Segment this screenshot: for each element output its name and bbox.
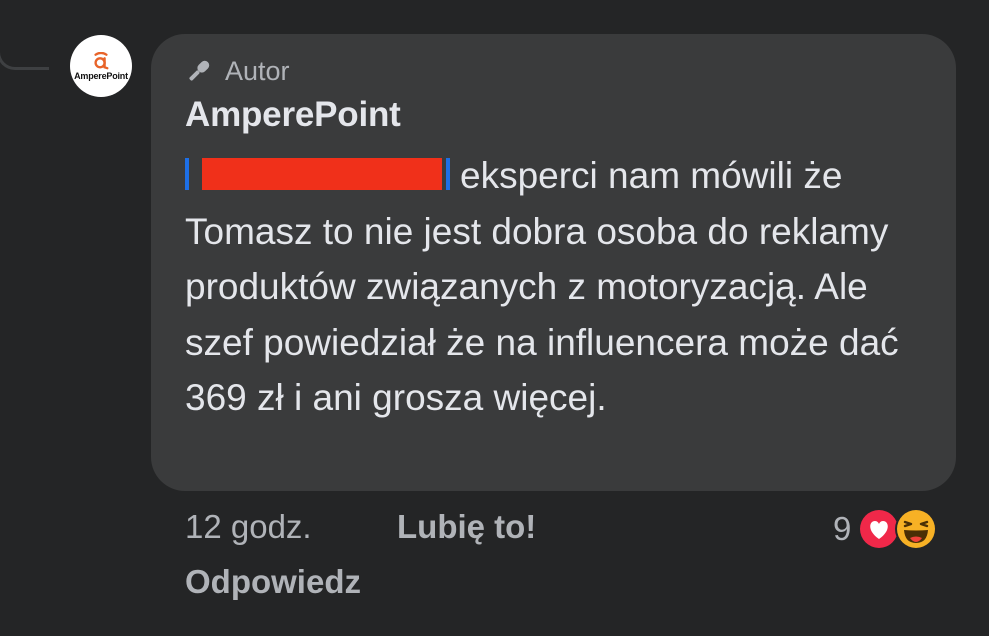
comment-body: eksperci nam mówili że Tomasz to nie jes… [185, 155, 899, 418]
microphone-icon [189, 60, 210, 81]
redaction-block [202, 158, 442, 190]
reaction-count: 9 [833, 510, 852, 547]
brand-logo-icon [94, 51, 109, 69]
comment-author-name[interactable]: AmperePoint [185, 95, 401, 135]
mention-left-edge [185, 158, 189, 190]
reactions-summary[interactable]: 9 [833, 505, 938, 553]
avatar[interactable]: AmperePoint [70, 35, 132, 97]
haha-icon [895, 508, 938, 550]
avatar-brand-text: AmperePoint [74, 70, 128, 81]
author-badge: Autor [183, 56, 290, 87]
author-badge-label: Autor [225, 56, 290, 86]
comment-timestamp[interactable]: 12 godz. [185, 508, 312, 546]
comment-text: eksperci nam mówili że Tomasz to nie jes… [185, 148, 945, 426]
reply-button[interactable]: Odpowiedz [185, 563, 361, 601]
redacted-mention[interactable] [185, 156, 450, 192]
mention-right-edge [446, 158, 450, 190]
like-button[interactable]: Lubię to! [397, 508, 536, 546]
thread-connector-line [0, 0, 49, 70]
